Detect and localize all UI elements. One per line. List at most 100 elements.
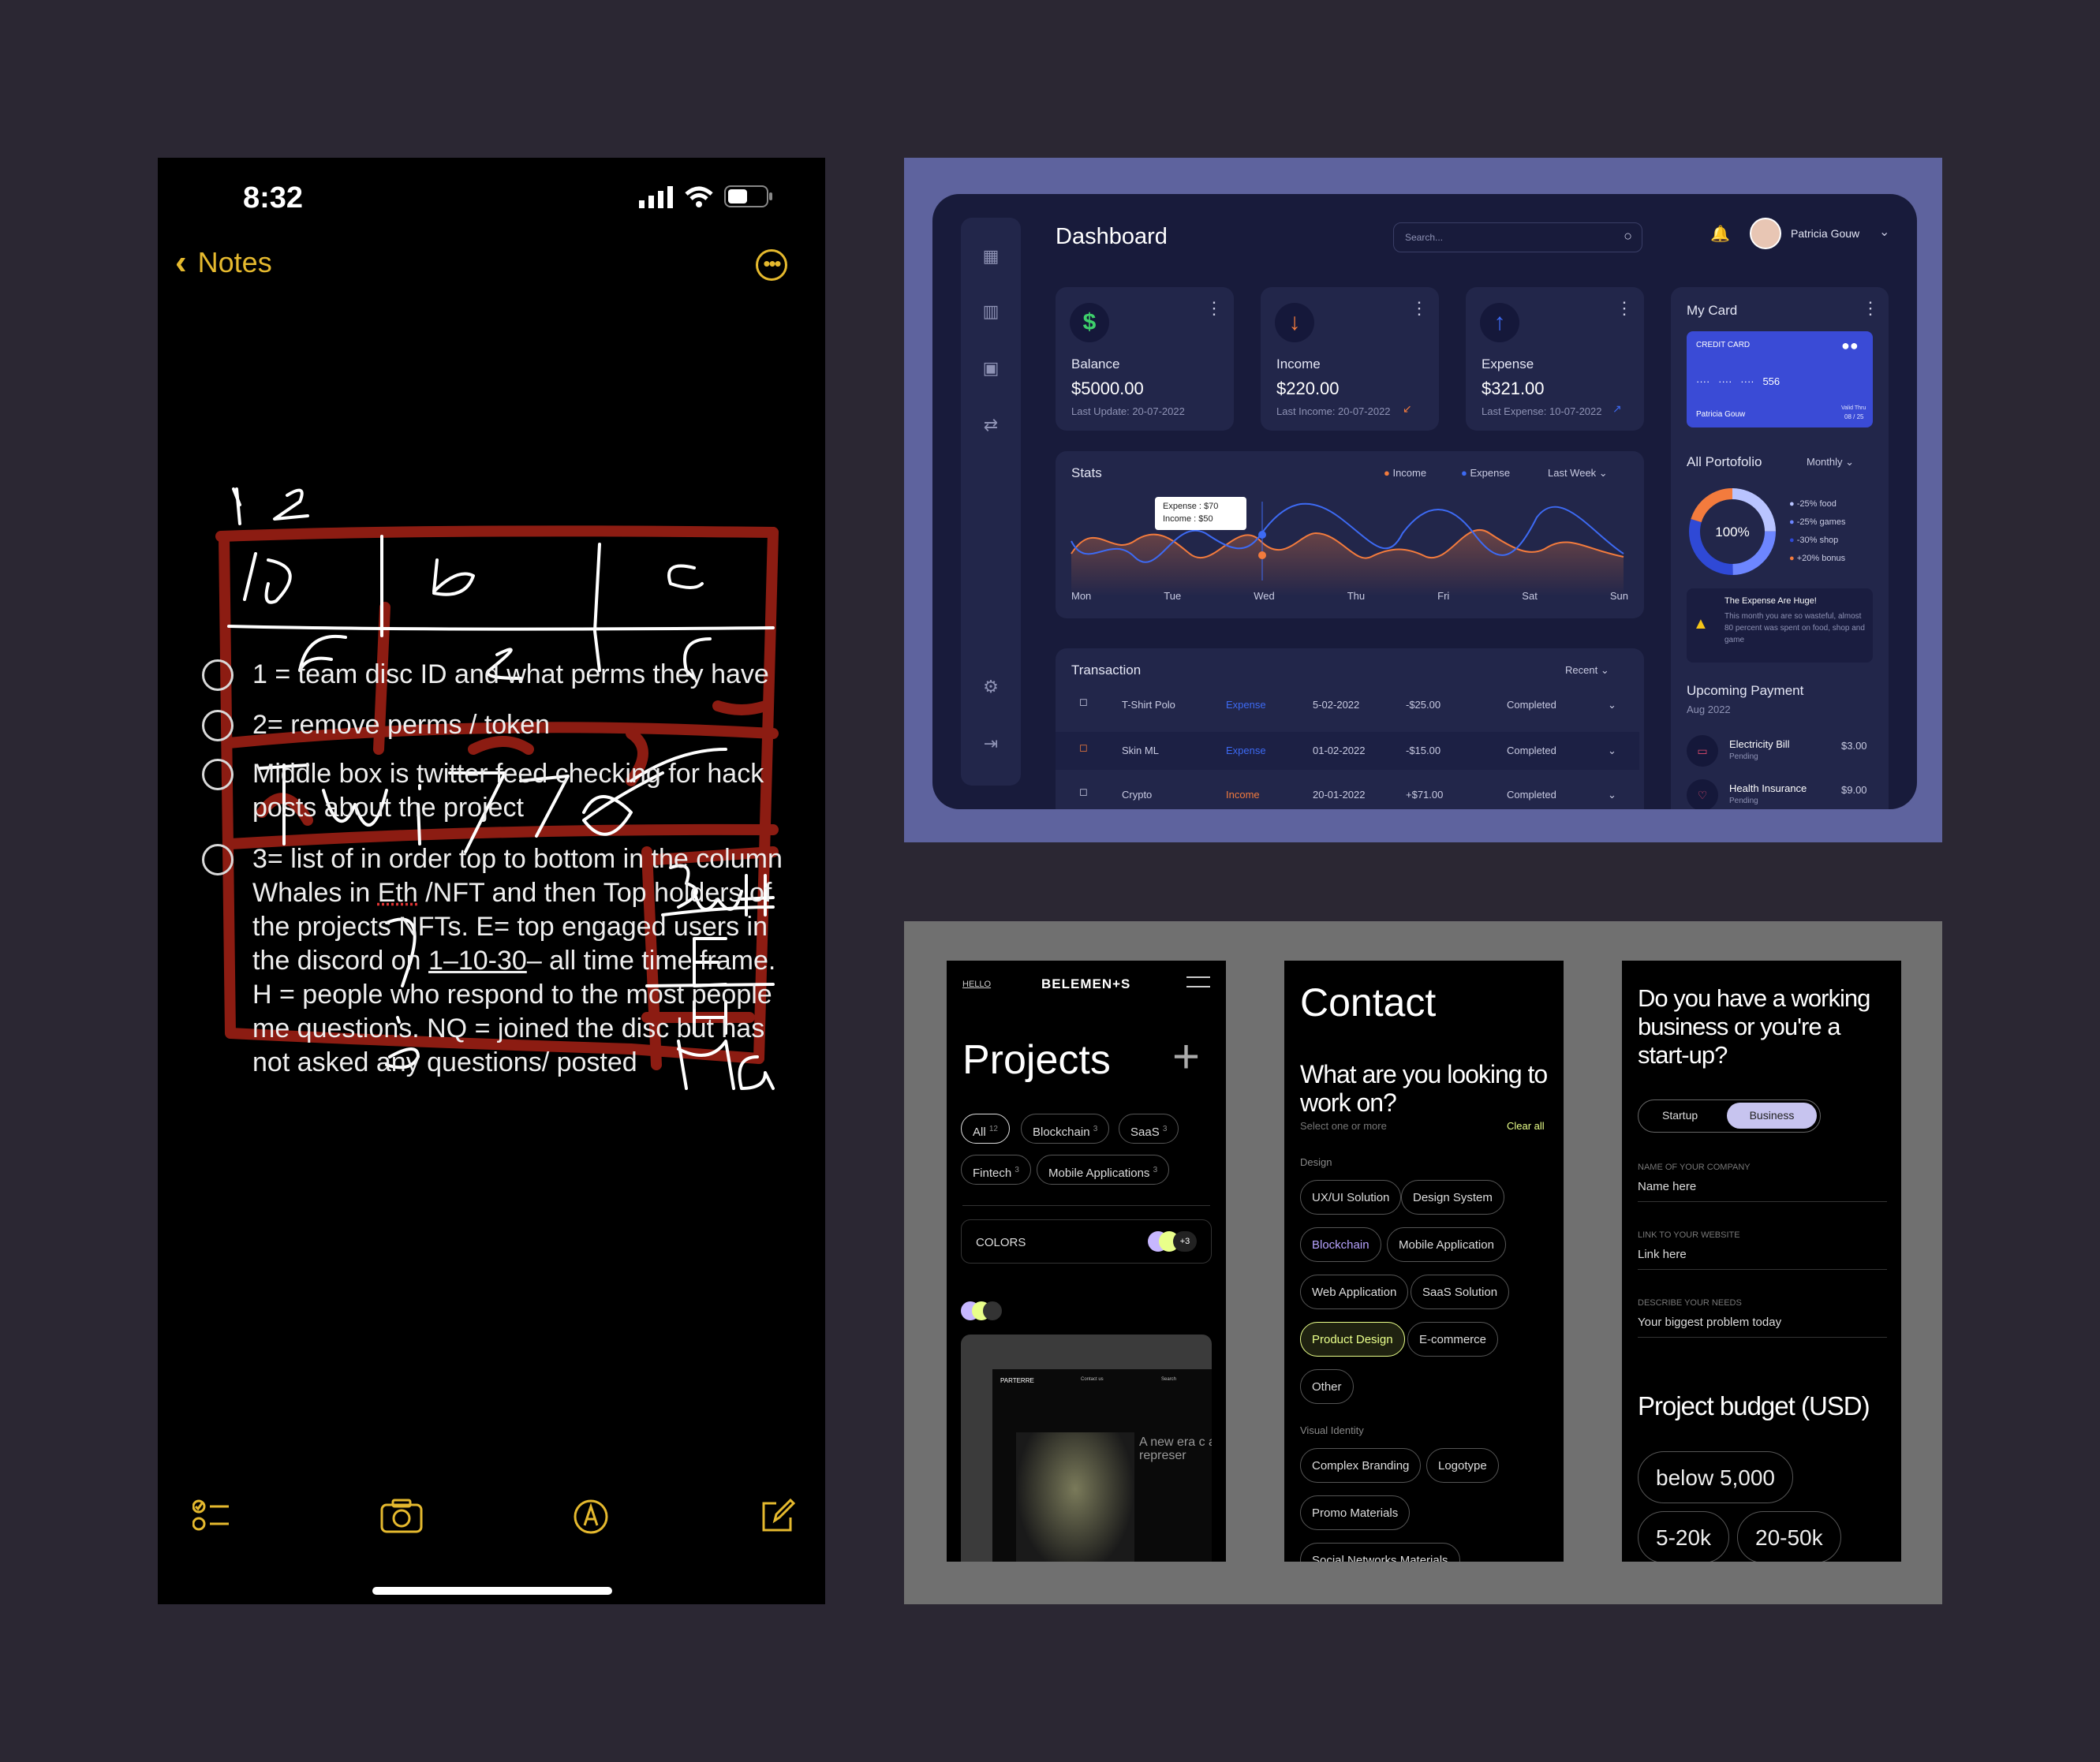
legend-income: ● Income [1384,467,1427,479]
checkbox[interactable] [202,759,234,790]
chip-ux-ui[interactable]: UX/UI Solution [1300,1180,1402,1215]
notification-bell-icon[interactable]: 🔔 [1710,224,1730,244]
portfolio-title: All Portofolio [1687,454,1762,469]
page-title: Dashboard [1056,224,1168,249]
checkbox[interactable] [202,844,234,875]
chip-product-design[interactable]: Product Design [1300,1322,1405,1357]
colors-selector[interactable]: COLORS +3 [961,1219,1212,1264]
table-row[interactable]: ◻ Skin ML Expense 01-02-2022 -$15.00 Com… [1056,732,1639,770]
card-brand-icon: ●● [1841,338,1859,353]
user-name[interactable]: Patricia Gouw [1791,227,1859,240]
income-area [1071,529,1624,596]
transfer-icon[interactable]: ⇄ [961,415,1021,435]
filter-chip-blockchain[interactable]: Blockchain 3 [1021,1114,1110,1144]
table-row[interactable]: ◻ Crypto Income 20-01-2022 +$71.00 Compl… [1056,776,1639,809]
todo-item: 1 = team disc ID and what perms they hav… [202,658,802,692]
card-menu-icon[interactable]: ⋮ [1205,300,1223,317]
tooltip-expense: Expense : $70 [1163,502,1219,511]
divider [962,1205,1210,1206]
camera-icon[interactable] [380,1499,423,1533]
compose-icon[interactable] [759,1499,795,1535]
project-card[interactable]: PARTERRE Contact us Search A new era c a… [961,1335,1212,1562]
checkbox[interactable] [202,710,234,741]
field-value[interactable]: Name here [1638,1180,1887,1193]
field-value[interactable]: Link here [1638,1248,1887,1261]
checkbox[interactable] [202,659,234,691]
chip-mobile-application[interactable]: Mobile Application [1387,1227,1506,1262]
checklist-icon[interactable] [192,1499,230,1533]
toggle-startup[interactable]: Startup [1662,1109,1698,1122]
stats-chart [1071,502,1624,596]
arrow-up-icon: ↑ [1480,303,1519,342]
x-tick: Thu [1347,590,1366,602]
filter-chip-saas[interactable]: SaaS 3 [1119,1114,1179,1144]
website-field[interactable]: LINK TO YOUR WEBSITE Link here [1638,1230,1887,1270]
markup-icon[interactable] [573,1499,609,1535]
chip-other[interactable]: Other [1300,1369,1354,1404]
credit-card[interactable]: CREDIT CARD ●● ···· ···· ···· 556 Patric… [1687,331,1873,427]
search-input[interactable]: Search... ○ [1393,222,1642,252]
card-label: Balance [1071,357,1120,371]
period-select[interactable]: Last Week ⌄ [1548,467,1608,480]
field-value[interactable]: Your biggest problem today [1638,1316,1887,1329]
chip-blockchain[interactable]: Blockchain [1300,1227,1381,1262]
bill-icon: ▭ [1687,735,1718,767]
section-label: Visual Identity [1300,1424,1364,1436]
grid-icon[interactable]: ▦ [961,246,1021,267]
chip-saas-solution[interactable]: SaaS Solution [1411,1275,1510,1309]
table-row[interactable]: ◻ T-Shirt Polo Expense 5-02-2022 -$25.00… [1056,686,1639,724]
filter-chip-fintech[interactable]: Fintech 3 [961,1155,1031,1185]
portfolio-period[interactable]: Monthly ⌄ [1807,456,1854,468]
budget-chip[interactable]: below 5,000 [1638,1451,1794,1503]
more-options-icon[interactable]: ••• [756,249,787,281]
colors-label: COLORS [976,1236,1026,1249]
chevron-down-icon[interactable]: ⌄ [1879,224,1889,240]
alert-title: The Expense Are Huge! [1724,596,1817,606]
chip-e-commerce[interactable]: E-commerce [1407,1322,1499,1357]
chart-icon[interactable]: ▥ [961,301,1021,322]
business-toggle[interactable]: Startup Business [1638,1099,1821,1133]
chip-web-application[interactable]: Web Application [1300,1275,1409,1309]
settings-icon[interactable]: ⚙ [961,677,1021,697]
chip-design-system[interactable]: Design System [1401,1180,1504,1215]
card-note: Last Expense: 10-07-2022 [1482,405,1602,417]
card-menu-icon[interactable]: ⋮ [1411,300,1428,317]
chip-logotype[interactable]: Logotype [1426,1448,1499,1483]
logout-icon[interactable]: ⇥ [961,734,1021,754]
back-button[interactable]: ‹ Notes [175,243,272,282]
transaction-filter[interactable]: Recent ⌄ [1565,664,1609,677]
legend-expense: ● Expense [1461,467,1511,479]
payment-row[interactable]: ♡ Health Insurance Pending $9.00 [1687,779,1873,809]
search-placeholder: Search... [1405,232,1444,243]
avatar[interactable] [1750,218,1781,249]
budget-chip[interactable]: 20-50k [1737,1511,1841,1562]
budget-chip[interactable]: 5-20k [1638,1511,1730,1562]
date-range-link[interactable]: 1–10-30 [428,946,527,976]
status-time: 8:32 [243,181,304,215]
todo-text: 1 = team disc ID and what perms they hav… [252,659,769,689]
card-note: Last Income: 20-07-2022 [1276,405,1391,417]
chevron-down-icon: ⌄ [1608,699,1616,711]
hello-link[interactable]: HELLO [962,980,991,989]
colors-more: +3 [1173,1231,1197,1252]
plus-icon[interactable]: + [1172,1033,1200,1081]
chevron-left-icon: ‹ [175,243,187,282]
card-menu-icon[interactable]: ⋮ [1616,300,1633,317]
company-name-field[interactable]: NAME OF YOUR COMPANY Name here [1638,1163,1887,1202]
upcoming-title: Upcoming Payment [1687,683,1804,698]
card-menu-icon[interactable]: ⋮ [1862,300,1879,317]
chip-promo-materials[interactable]: Promo Materials [1300,1495,1411,1530]
chip-social-networks[interactable]: Social Networks Materials [1300,1543,1460,1562]
filter-chip-all[interactable]: All 12 [961,1114,1010,1144]
chart-tooltip: Expense : $70 Income : $50 [1155,497,1246,530]
clear-all-button[interactable]: Clear all [1507,1120,1545,1132]
wallet-icon[interactable]: ▣ [961,358,1021,379]
todo-text: Middle box is twitter feed checking for … [252,759,764,823]
menu-icon[interactable] [1186,976,1210,987]
filter-chip-mobile[interactable]: Mobile Applications 3 [1037,1155,1170,1185]
needs-field[interactable]: DESCRIBE YOUR NEEDS Your biggest problem … [1638,1298,1887,1338]
card-valid: 08 / 25 [1844,413,1864,420]
payment-row[interactable]: ▭ Electricity Bill Pending $3.00 [1687,735,1873,767]
chip-complex-branding[interactable]: Complex Branding [1300,1448,1422,1483]
toggle-business[interactable]: Business [1727,1103,1817,1129]
